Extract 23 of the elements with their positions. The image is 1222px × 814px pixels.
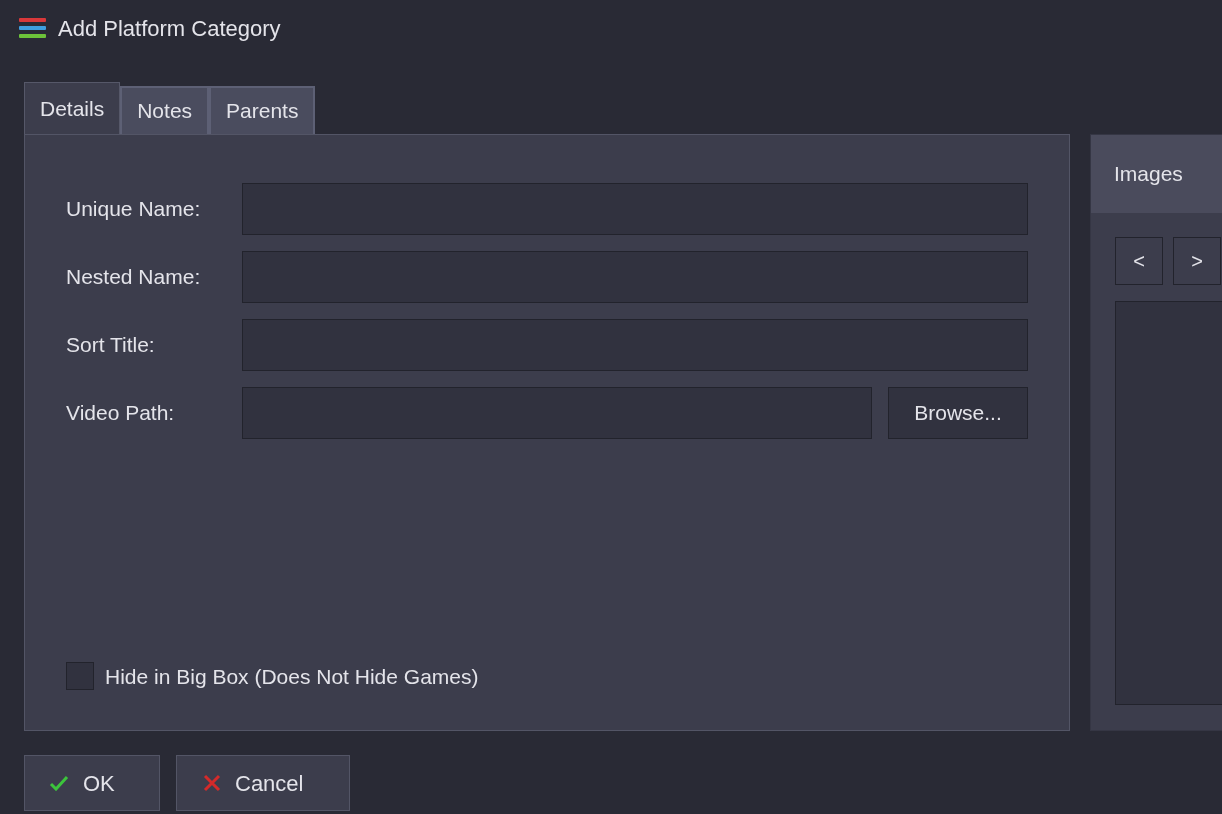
checkbox[interactable] — [66, 662, 94, 691]
input-field[interactable] — [242, 183, 1028, 235]
nav-button[interactable]: < — [1115, 237, 1163, 285]
checkbox-label: Hide in Big Box (Does Not Hide Games) — [105, 663, 479, 690]
field-label: Video Path: — [66, 400, 176, 427]
input-field[interactable] — [242, 387, 872, 439]
checkmark-icon — [49, 775, 69, 791]
field-label: Sort Title: — [66, 332, 156, 359]
cancel-button[interactable]: Cancel — [176, 755, 350, 811]
ok-button[interactable]: OK — [24, 755, 160, 811]
tab[interactable]: Parents — [209, 86, 316, 134]
app-icon — [19, 17, 46, 39]
browse-button[interactable]: Browse... — [888, 387, 1028, 439]
nav-button[interactable]: > — [1173, 237, 1221, 285]
window-title: Add Platform Category — [58, 14, 281, 43]
tab[interactable]: Notes — [120, 86, 210, 134]
field-label: Nested Name: — [66, 264, 202, 291]
input-field[interactable] — [242, 251, 1028, 303]
tab[interactable]: Details — [24, 82, 121, 134]
close-icon — [203, 774, 221, 792]
input-field[interactable] — [242, 319, 1028, 371]
panel-title: Images — [1114, 161, 1183, 188]
field-label: Unique Name: — [66, 196, 202, 223]
